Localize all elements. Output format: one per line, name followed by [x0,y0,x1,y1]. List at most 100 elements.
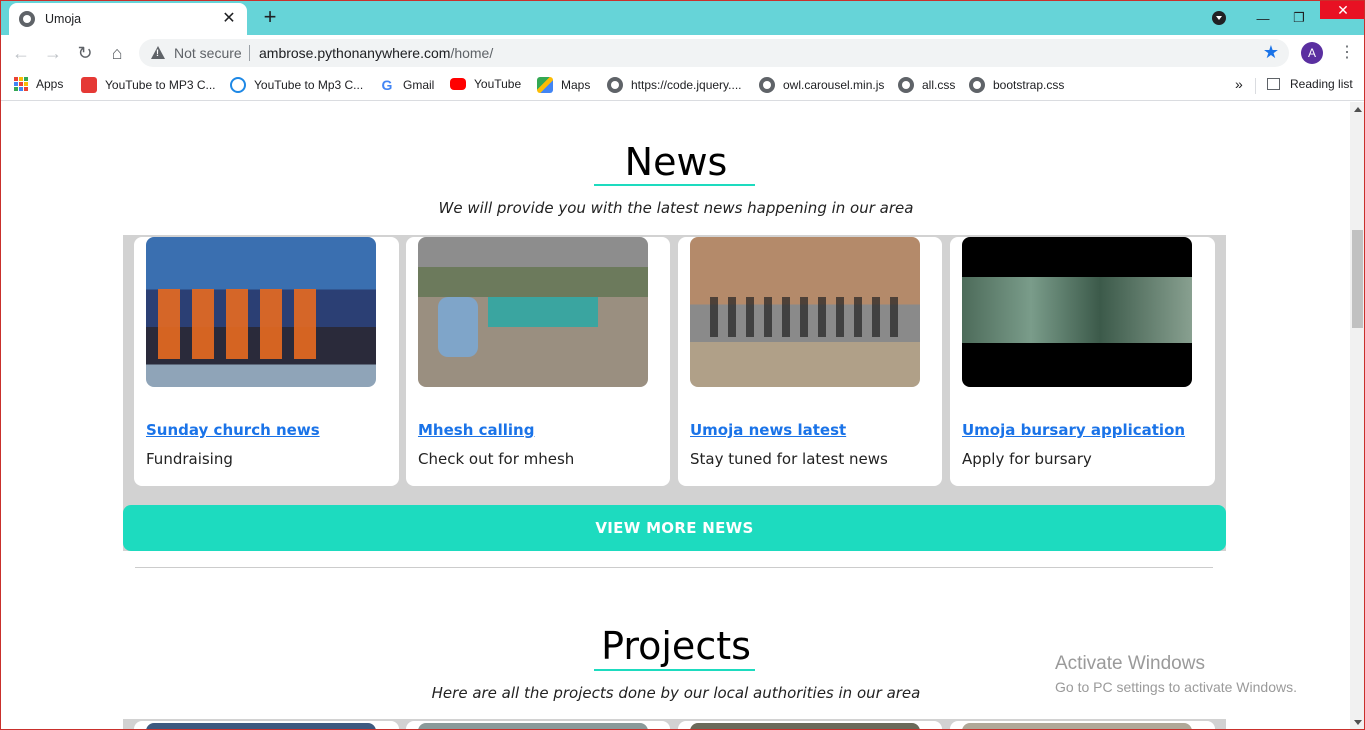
activate-windows-watermark: Activate Windows Go to PC settings to ac… [1055,653,1297,695]
news-card: Mhesh calling Check out for mhesh [406,237,670,486]
bookmark-jquery[interactable]: https://code.jquery.... [607,77,742,93]
bookmark-label: Apps [36,77,64,91]
toolbar: ← → ↻ ⌂ Not secure ambrose.pythonanywher… [1,35,1364,71]
vertical-scrollbar[interactable] [1350,102,1364,729]
globe-icon [759,77,775,93]
globe-icon [969,77,985,93]
google-icon: G [381,77,393,93]
news-subtitle: We will provide you with the latest news… [438,199,914,217]
url-host: ambrose.pythonanywhere.com [259,45,451,61]
bookmark-label: owl.carousel.min.js [783,78,885,92]
bookmark-gmail[interactable]: G Gmail [379,77,435,93]
watermark-line2: Go to PC settings to activate Windows. [1055,679,1297,695]
minimize-button[interactable]: — [1248,11,1278,26]
back-arrow-icon[interactable]: ← [11,43,31,63]
tab-title: Umoja [45,12,82,26]
news-link-umoja-latest[interactable]: Umoja news latest [690,421,846,439]
bookmark-label: Maps [561,78,591,92]
forward-arrow-icon[interactable]: → [43,43,63,63]
news-link-bursary-application[interactable]: Umoja bursary application [962,421,1185,439]
kebab-menu-icon[interactable]: ⋮ [1339,43,1355,63]
news-desc: Stay tuned for latest news [690,450,888,468]
news-card: Umoja news latest Stay tuned for latest … [678,237,942,486]
bookmarks-bar: Apps YouTube to MP3 C... YouTube to Mp3 … [1,71,1364,101]
download-icon [81,77,97,93]
tab-strip: Umoja ✕ + — ❐ ✕ [1,1,1364,35]
url-path: /home/ [450,45,494,61]
bookmark-youtube-mp3-2[interactable]: YouTube to Mp3 C... [230,77,363,93]
restore-button[interactable]: ❐ [1284,10,1314,26]
close-tab-icon[interactable]: ✕ [221,11,237,27]
project-card [678,721,942,729]
project-card [950,721,1215,729]
news-image-church [146,237,376,387]
url-text[interactable]: ambrose.pythonanywhere.com/home/ [259,45,493,61]
new-tab-button[interactable]: + [259,6,281,28]
news-link-mhesh-calling[interactable]: Mhesh calling [418,421,534,439]
news-card: Sunday church news Fundraising [134,237,399,486]
project-image [418,723,648,729]
project-image [690,723,920,729]
bookmark-label: YouTube [474,77,522,91]
watermark-line1: Activate Windows [1055,653,1205,674]
news-carousel: Sunday church news Fundraising Mhesh cal… [123,235,1226,551]
bookmark-all-css[interactable]: all.css [898,77,955,93]
tab-umoja[interactable]: Umoja ✕ [9,3,247,35]
scrollbar-thumb[interactable] [1352,230,1363,328]
maps-icon [537,77,553,93]
window-controls: — ❐ ✕ [1212,1,1364,35]
news-image-mhesh [418,237,648,387]
news-desc: Apply for bursary [962,450,1092,468]
project-image [962,723,1192,729]
bookmark-bootstrap-css[interactable]: bootstrap.css [969,77,1064,93]
project-card [134,721,399,729]
bookmark-label: YouTube to Mp3 C... [254,78,364,92]
more-bookmarks-icon[interactable]: » [1235,76,1243,92]
globe-icon [607,77,623,93]
reading-list-icon [1267,78,1280,90]
news-link-sunday-church[interactable]: Sunday church news [146,421,320,439]
bookmark-owl-carousel[interactable]: owl.carousel.min.js [759,77,884,93]
globe-icon [898,77,914,93]
bookmark-apps[interactable]: Apps [14,77,63,91]
news-title-underline [594,184,755,186]
bookmark-label: YouTube to MP3 C... [105,78,216,92]
projects-carousel [123,719,1226,729]
scroll-down-arrow-icon[interactable] [1354,720,1362,725]
bookmark-label: bootstrap.css [993,78,1065,92]
view-more-news-button[interactable]: VIEW MORE NEWS [123,505,1226,551]
page-content: News We will provide you with the latest… [2,102,1350,729]
reading-list-button[interactable]: Reading list [1267,77,1353,91]
browser-window: Umoja ✕ + — ❐ ✕ ← → ↻ ⌂ Not secure ambro… [0,0,1365,730]
apps-grid-icon [14,77,28,91]
bookmark-maps[interactable]: Maps [537,77,590,93]
news-card: Umoja bursary application Apply for burs… [950,237,1215,486]
not-secure-label[interactable]: Not secure [174,45,242,61]
reload-icon[interactable]: ↻ [75,43,95,63]
project-image [146,723,376,729]
cloud-download-icon [230,77,246,93]
bookmark-youtube-mp3-1[interactable]: YouTube to MP3 C... [81,77,216,93]
news-title: News [624,140,728,184]
globe-icon [19,11,35,27]
bookmark-label: https://code.jquery.... [631,78,742,92]
project-card [406,721,670,729]
bookmark-label: all.css [922,78,956,92]
bookmark-star-icon[interactable]: ★ [1263,42,1279,63]
address-bar[interactable]: Not secure ambrose.pythonanywhere.com/ho… [139,39,1289,67]
close-window-button[interactable]: ✕ [1320,1,1364,19]
profile-avatar[interactable]: A [1301,42,1323,64]
news-image-bursary [962,237,1192,387]
news-image-umoja [690,237,920,387]
section-divider [135,567,1213,568]
news-desc: Fundraising [146,450,233,468]
home-icon[interactable]: ⌂ [107,43,127,63]
news-desc: Check out for mhesh [418,450,575,468]
youtube-icon [450,78,466,90]
bookmarks-divider [1255,78,1256,94]
bookmark-label: Gmail [403,78,435,92]
tab-search-icon[interactable] [1212,11,1226,25]
bookmark-youtube[interactable]: YouTube [450,77,521,91]
scroll-up-arrow-icon[interactable] [1354,107,1362,112]
warning-icon[interactable] [151,46,165,59]
